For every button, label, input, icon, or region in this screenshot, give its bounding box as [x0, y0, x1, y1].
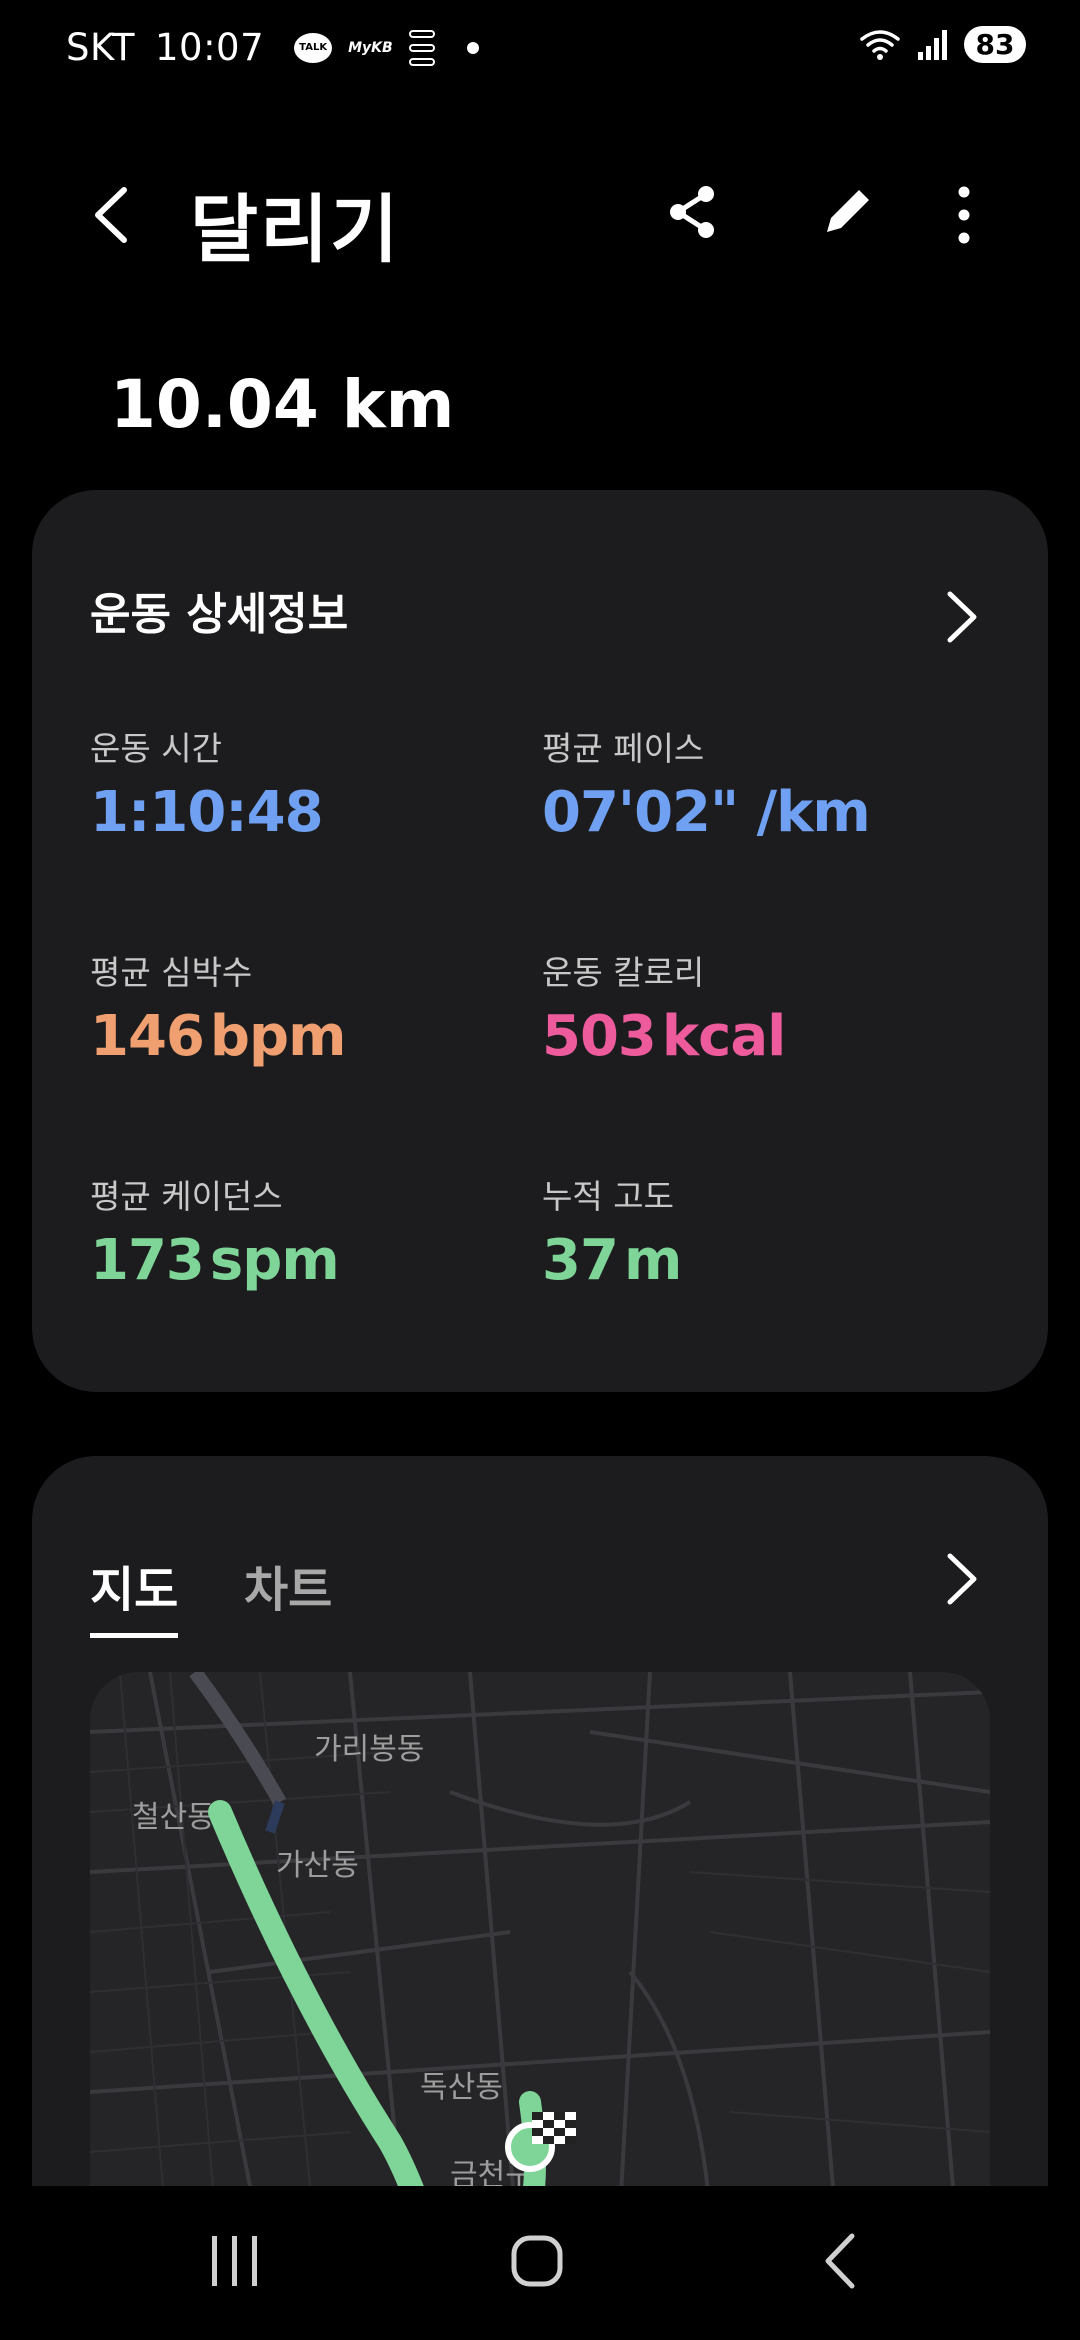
page-title: 달리기	[190, 187, 401, 273]
stat-avg-cadence: 평균 케이던스 173 spm	[90, 1170, 340, 1293]
kakaotalk-icon: TALK	[294, 32, 333, 63]
stat-value: 37 m	[542, 1228, 682, 1293]
recent-apps-button[interactable]	[210, 2234, 260, 2288]
back-button[interactable]	[80, 180, 140, 250]
home-icon	[511, 2235, 563, 2287]
status-right: 83	[858, 26, 1026, 63]
battery-indicator: 83	[964, 26, 1026, 63]
system-back-button[interactable]	[820, 2232, 860, 2290]
edit-button[interactable]	[815, 180, 879, 244]
stat-label: 운동 시간	[90, 729, 222, 768]
edit-icon	[827, 190, 869, 232]
stat-value: 07'02" /km	[542, 780, 871, 845]
stat-avg-heart-rate: 평균 심박수 146 bpm	[90, 946, 346, 1069]
app-bar: 달리기	[0, 160, 1080, 273]
status-left: SKT 10:07 TALK MyKB	[66, 26, 479, 69]
carrier-label: SKT	[66, 26, 135, 69]
chevron-right-icon	[947, 591, 977, 643]
details-chevron-button[interactable]	[936, 582, 986, 652]
total-distance: 10.04 km	[110, 366, 455, 443]
finish-flag-icon	[532, 2112, 576, 2144]
app-notification-icon	[408, 29, 435, 66]
tab-map[interactable]: 지도	[90, 1550, 179, 1638]
chevron-right-icon	[947, 1553, 977, 1605]
stat-label: 평균 심박수	[90, 953, 253, 992]
stat-label: 누적 고도	[542, 1177, 674, 1216]
stat-label: 평균 케이던스	[90, 1177, 283, 1216]
kb-bank-icon: MyKB	[348, 39, 393, 56]
recent-apps-icon	[212, 2236, 257, 2286]
stat-calories: 운동 칼로리 503 kcal	[542, 946, 786, 1069]
more-options-button[interactable]	[940, 180, 988, 250]
more-icon	[958, 186, 970, 244]
stat-avg-pace: 평균 페이스 07'02" /km	[542, 722, 871, 845]
stat-value: 173 spm	[90, 1228, 340, 1293]
stat-value: 1:10:48	[90, 780, 324, 845]
clock: 10:07	[154, 26, 265, 69]
more-notifications-dot-icon	[466, 41, 479, 54]
status-bar: SKT 10:07 TALK MyKB 83	[0, 0, 1080, 100]
stat-value: 503 kcal	[542, 1004, 786, 1069]
map-chevron-button[interactable]	[936, 1544, 986, 1614]
back-icon	[95, 187, 127, 243]
back-arrow-icon	[825, 2233, 855, 2289]
stat-value: 146 bpm	[90, 1004, 346, 1069]
wifi-icon	[860, 29, 900, 60]
tab-chart[interactable]: 차트	[244, 1550, 332, 1620]
share-icon	[670, 186, 714, 238]
home-button[interactable]	[510, 2234, 564, 2288]
stat-duration: 운동 시간 1:10:48	[90, 722, 324, 845]
system-navigation-bar	[0, 2186, 1080, 2340]
workout-details-card[interactable]: 운동 상세정보 운동 시간 1:10:48 평균 페이스 07'02" /km …	[32, 490, 1048, 1392]
stat-label: 운동 칼로리	[542, 953, 705, 992]
stat-elevation-gain: 누적 고도 37 m	[542, 1170, 682, 1293]
stat-label: 평균 페이스	[542, 729, 705, 768]
card-title: 운동 상세정보	[90, 589, 349, 640]
share-button[interactable]	[660, 180, 724, 244]
signal-icon	[918, 29, 947, 60]
